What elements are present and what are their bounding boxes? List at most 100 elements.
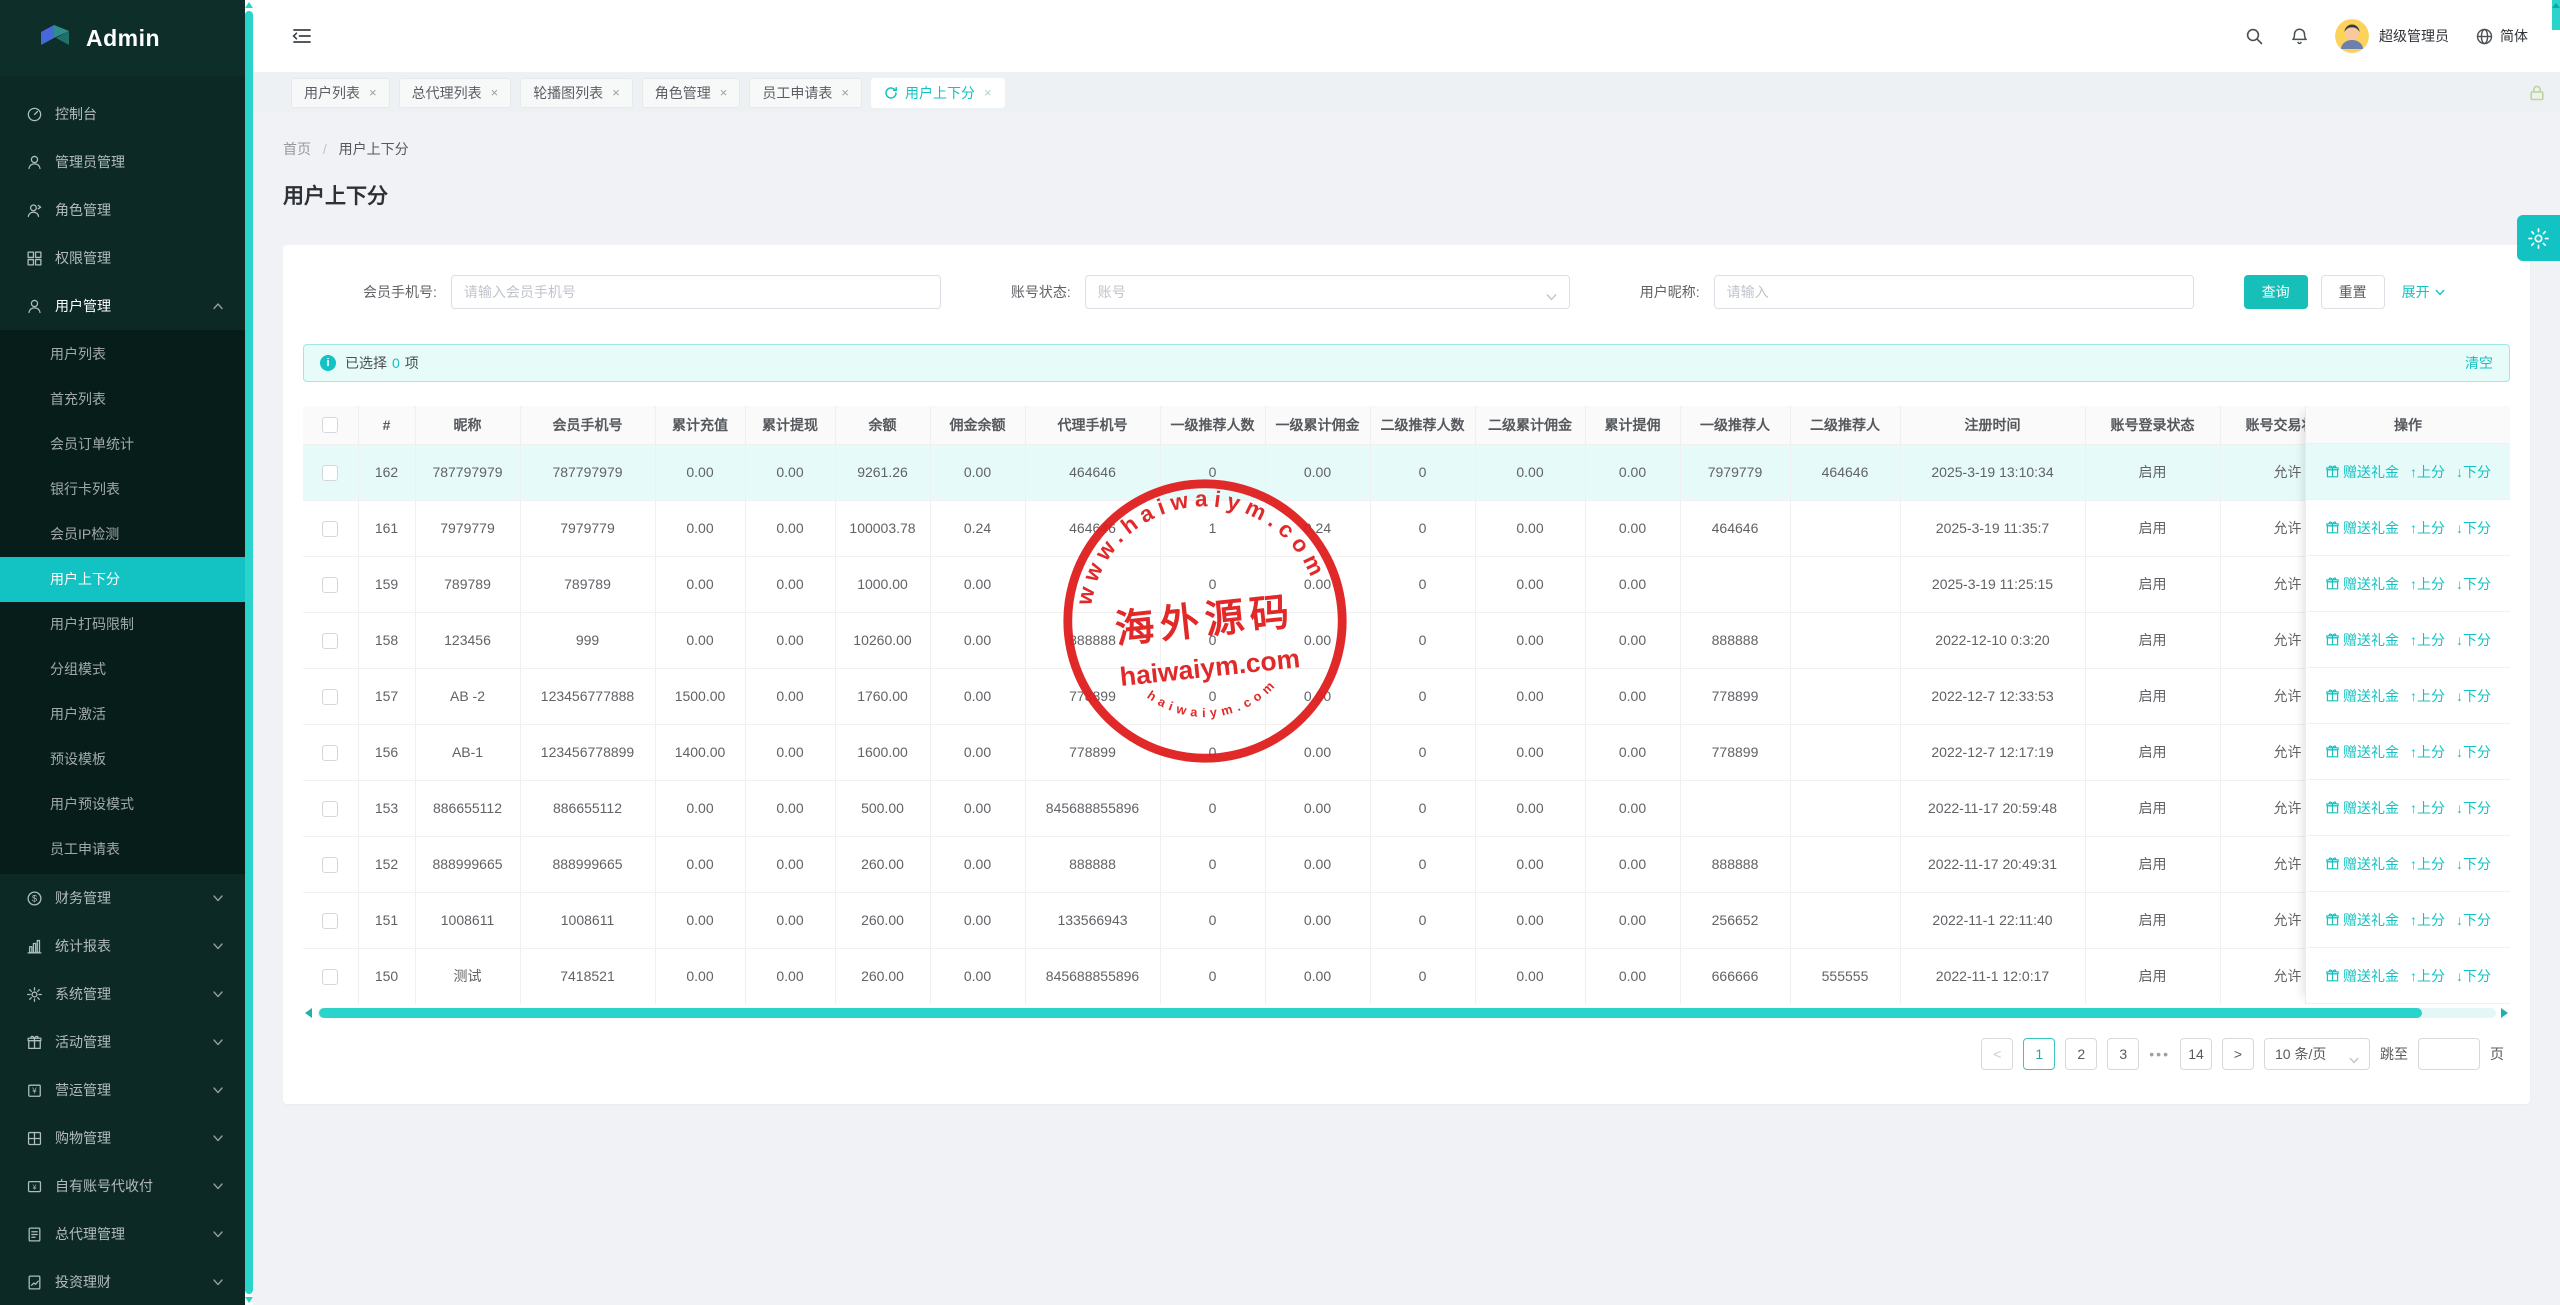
- sidebar-item-管理员管理[interactable]: 管理员管理: [0, 138, 245, 186]
- row-checkbox[interactable]: [322, 688, 339, 705]
- row-checkbox[interactable]: [322, 968, 339, 985]
- add-points-link[interactable]: ↑上分: [2410, 742, 2445, 762]
- deduct-points-link[interactable]: ↓下分: [2456, 966, 2491, 986]
- deduct-points-link[interactable]: ↓下分: [2456, 574, 2491, 594]
- gift-bonus-link[interactable]: 赠送礼金: [2325, 798, 2399, 818]
- gift-bonus-link[interactable]: 赠送礼金: [2325, 574, 2399, 594]
- sidebar-item-统计报表[interactable]: 统计报表: [0, 922, 245, 970]
- row-checkbox[interactable]: [322, 464, 339, 481]
- breadcrumb-home[interactable]: 首页: [283, 141, 311, 157]
- search-icon[interactable]: [2245, 27, 2264, 46]
- gift-bonus-link[interactable]: 赠送礼金: [2325, 966, 2399, 986]
- deduct-points-link[interactable]: ↓下分: [2456, 854, 2491, 874]
- gift-bonus-link[interactable]: 赠送礼金: [2325, 630, 2399, 650]
- sidebar-item-分组模式[interactable]: 分组模式: [0, 647, 245, 692]
- select-all-checkbox[interactable]: [322, 417, 339, 434]
- close-icon[interactable]: ×: [841, 85, 849, 100]
- add-points-link[interactable]: ↑上分: [2410, 518, 2445, 538]
- deduct-points-link[interactable]: ↓下分: [2456, 518, 2491, 538]
- sidebar-item-用户打码限制[interactable]: 用户打码限制: [0, 602, 245, 647]
- page-size-select[interactable]: 10 条/页: [2264, 1038, 2370, 1070]
- sidebar-item-权限管理[interactable]: 权限管理: [0, 234, 245, 282]
- sidebar-item-会员IP检测[interactable]: 会员IP检测: [0, 512, 245, 557]
- deduct-points-link[interactable]: ↓下分: [2456, 798, 2491, 818]
- add-points-link[interactable]: ↑上分: [2410, 686, 2445, 706]
- deduct-points-link[interactable]: ↓下分: [2456, 630, 2491, 650]
- row-checkbox[interactable]: [322, 632, 339, 649]
- deduct-points-link[interactable]: ↓下分: [2456, 910, 2491, 930]
- gift-bonus-link[interactable]: 赠送礼金: [2325, 462, 2399, 482]
- deduct-points-link[interactable]: ↓下分: [2456, 462, 2491, 482]
- scrollbar-thumb[interactable]: [245, 11, 253, 1294]
- sidebar-item-用户预设模式[interactable]: 用户预设模式: [0, 782, 245, 827]
- phone-filter-input[interactable]: [450, 275, 941, 309]
- notification-bell-icon[interactable]: [2290, 27, 2309, 46]
- nickname-filter-input[interactable]: [1713, 275, 2194, 309]
- sidebar-item-购物管理[interactable]: 购物管理: [0, 1114, 245, 1162]
- scroll-left-arrow-icon[interactable]: [303, 1007, 315, 1019]
- close-icon[interactable]: ×: [984, 85, 992, 100]
- page-button-3[interactable]: 3: [2107, 1038, 2140, 1070]
- page-button-1[interactable]: 1: [2023, 1038, 2056, 1070]
- scrollbar-track[interactable]: [317, 1008, 2496, 1018]
- page-button-14[interactable]: 14: [2180, 1038, 2212, 1070]
- settings-gear-button[interactable]: [2517, 215, 2560, 261]
- close-icon[interactable]: ×: [491, 85, 499, 100]
- language-switch[interactable]: 简体: [2475, 26, 2528, 46]
- scroll-right-arrow-icon[interactable]: [2498, 1007, 2510, 1019]
- search-button[interactable]: 查询: [2243, 275, 2308, 309]
- add-points-link[interactable]: ↑上分: [2410, 798, 2445, 818]
- tab-员工申请表[interactable]: 员工申请表 ×: [749, 77, 862, 108]
- add-points-link[interactable]: ↑上分: [2410, 462, 2445, 482]
- sidebar-item-用户列表[interactable]: 用户列表: [0, 332, 245, 377]
- menu-fold-icon[interactable]: [291, 25, 313, 47]
- close-icon[interactable]: ×: [369, 85, 377, 100]
- row-checkbox[interactable]: [322, 800, 339, 817]
- refresh-icon[interactable]: [884, 86, 898, 100]
- gift-bonus-link[interactable]: 赠送礼金: [2325, 854, 2399, 874]
- brand[interactable]: Admin: [0, 0, 245, 76]
- gift-bonus-link[interactable]: 赠送礼金: [2325, 518, 2399, 538]
- sidebar-scrollbar[interactable]: [245, 0, 253, 1305]
- tab-角色管理[interactable]: 角色管理 ×: [641, 77, 741, 108]
- sidebar-item-预设模板[interactable]: 预设模板: [0, 737, 245, 782]
- gift-bonus-link[interactable]: 赠送礼金: [2325, 742, 2399, 762]
- scroll-down-arrow-icon[interactable]: [245, 1295, 253, 1305]
- lock-icon[interactable]: [2528, 84, 2546, 102]
- sidebar-item-营运管理[interactable]: ¥ 营运管理: [0, 1066, 245, 1114]
- sidebar-item-控制台[interactable]: 控制台: [0, 90, 245, 138]
- expand-filters-link[interactable]: 展开: [2402, 282, 2445, 302]
- gift-bonus-link[interactable]: 赠送礼金: [2325, 686, 2399, 706]
- add-points-link[interactable]: ↑上分: [2410, 854, 2445, 874]
- sidebar-item-总代理管理[interactable]: 总代理管理: [0, 1210, 245, 1258]
- row-checkbox[interactable]: [322, 856, 339, 873]
- deduct-points-link[interactable]: ↓下分: [2456, 686, 2491, 706]
- sidebar-item-会员订单统计[interactable]: 会员订单统计: [0, 422, 245, 467]
- sidebar-item-系统管理[interactable]: 系统管理: [0, 970, 245, 1018]
- sidebar-item-银行卡列表[interactable]: 银行卡列表: [0, 467, 245, 512]
- sidebar-item-用户激活[interactable]: 用户激活: [0, 692, 245, 737]
- add-points-link[interactable]: ↑上分: [2410, 910, 2445, 930]
- scroll-up-arrow-icon[interactable]: [245, 0, 253, 10]
- sidebar-item-活动管理[interactable]: 活动管理: [0, 1018, 245, 1066]
- sidebar-item-自有账号代收付[interactable]: ¥ 自有账号代收付: [0, 1162, 245, 1210]
- deduct-points-link[interactable]: ↓下分: [2456, 742, 2491, 762]
- sidebar-item-首充列表[interactable]: 首充列表: [0, 377, 245, 422]
- tab-用户上下分[interactable]: 用户上下分 ×: [870, 77, 1005, 108]
- add-points-link[interactable]: ↑上分: [2410, 574, 2445, 594]
- add-points-link[interactable]: ↑上分: [2410, 966, 2445, 986]
- sidebar-item-投资理财[interactable]: 投资理财: [0, 1258, 245, 1305]
- jump-to-page-input[interactable]: [2418, 1038, 2480, 1070]
- tab-总代理列表[interactable]: 总代理列表 ×: [398, 77, 512, 108]
- status-filter-select[interactable]: 账号: [1084, 275, 1570, 309]
- horizontal-scrollbar[interactable]: [303, 1007, 2510, 1019]
- user-menu[interactable]: 超级管理员: [2335, 19, 2449, 53]
- add-points-link[interactable]: ↑上分: [2410, 630, 2445, 650]
- page-scrollbar-thumb[interactable]: [2552, 0, 2560, 30]
- tab-用户列表[interactable]: 用户列表 ×: [291, 77, 390, 108]
- sidebar-item-用户上下分[interactable]: 用户上下分: [0, 557, 245, 602]
- row-checkbox[interactable]: [322, 912, 339, 929]
- row-checkbox[interactable]: [322, 520, 339, 537]
- row-checkbox[interactable]: [322, 576, 339, 593]
- close-icon[interactable]: ×: [720, 85, 728, 100]
